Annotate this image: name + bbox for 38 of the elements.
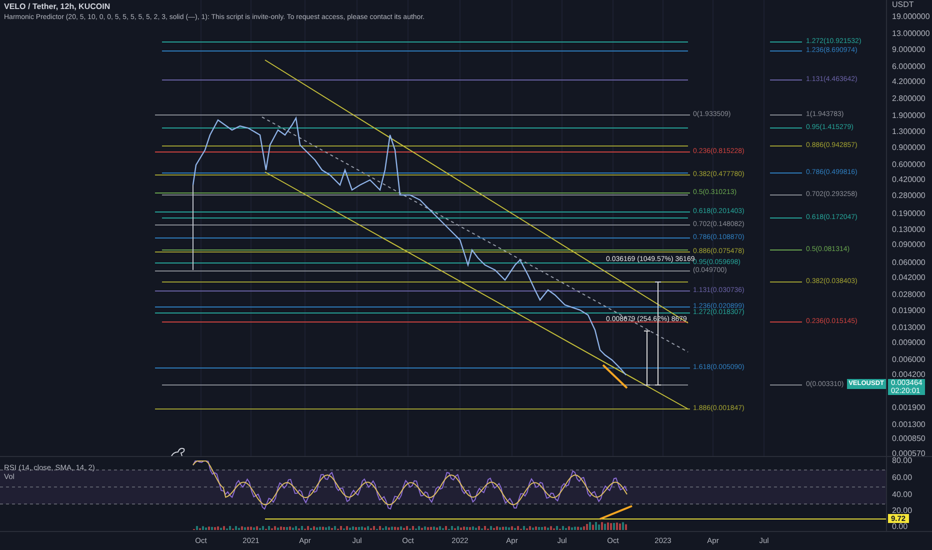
axis-tick: 0.600000	[892, 160, 926, 170]
axis-tick: 0.190000	[892, 209, 926, 219]
axis-tick: 0.042000	[892, 273, 926, 283]
axis-tick: 0.019000	[892, 306, 926, 316]
axis-tick: 0.280000	[892, 191, 926, 201]
trend-line	[602, 364, 628, 389]
axis-tick: 80.00	[892, 456, 912, 466]
axis-tick: 40.00	[892, 490, 912, 500]
axis-tick: 0.009000	[892, 338, 926, 348]
axis-tick: 9.000000	[892, 45, 926, 55]
axis-tick: 4.200000	[892, 77, 926, 87]
axis-tick: 0.00	[892, 522, 908, 532]
axis-tick: 0.900000	[892, 143, 926, 153]
axis-tick: 0.004200	[892, 370, 926, 380]
axis-tick: 0.130000	[892, 225, 926, 235]
axis-tick: 0.060000	[892, 258, 926, 268]
axis-tick: 0.013000	[892, 323, 926, 333]
trend-line	[600, 505, 632, 520]
axis-tick: 0.006000	[892, 355, 926, 365]
axis-tick: 2.800000	[892, 94, 926, 104]
dinosaur-icon	[170, 448, 185, 456]
axis-tick: 0.001300	[892, 420, 926, 430]
axis-tick: 0.001900	[892, 403, 926, 413]
axis-tick: 0.420000	[892, 175, 926, 185]
axis-tick: 13.000000	[892, 29, 930, 39]
chart-title: VELO / Tether, 12h, KUCOIN	[4, 2, 112, 12]
axis-tick: 0.090000	[892, 240, 926, 250]
axis-tick: 60.00	[892, 473, 912, 483]
measure-arrow	[644, 330, 650, 386]
axis-unit: USDT	[892, 0, 914, 10]
axis-tick: 0.000850	[892, 434, 926, 444]
axis-tick: 1.900000	[892, 111, 926, 121]
axis-tick: 19.000000	[892, 12, 930, 22]
axis-tick: 0.000570	[892, 449, 926, 458]
axis-tick: 6.000000	[892, 62, 926, 72]
axis-tick: 20.00	[892, 506, 912, 516]
axis-tick: 0.028000	[892, 290, 926, 300]
axis-tick: 1.300000	[892, 127, 926, 137]
